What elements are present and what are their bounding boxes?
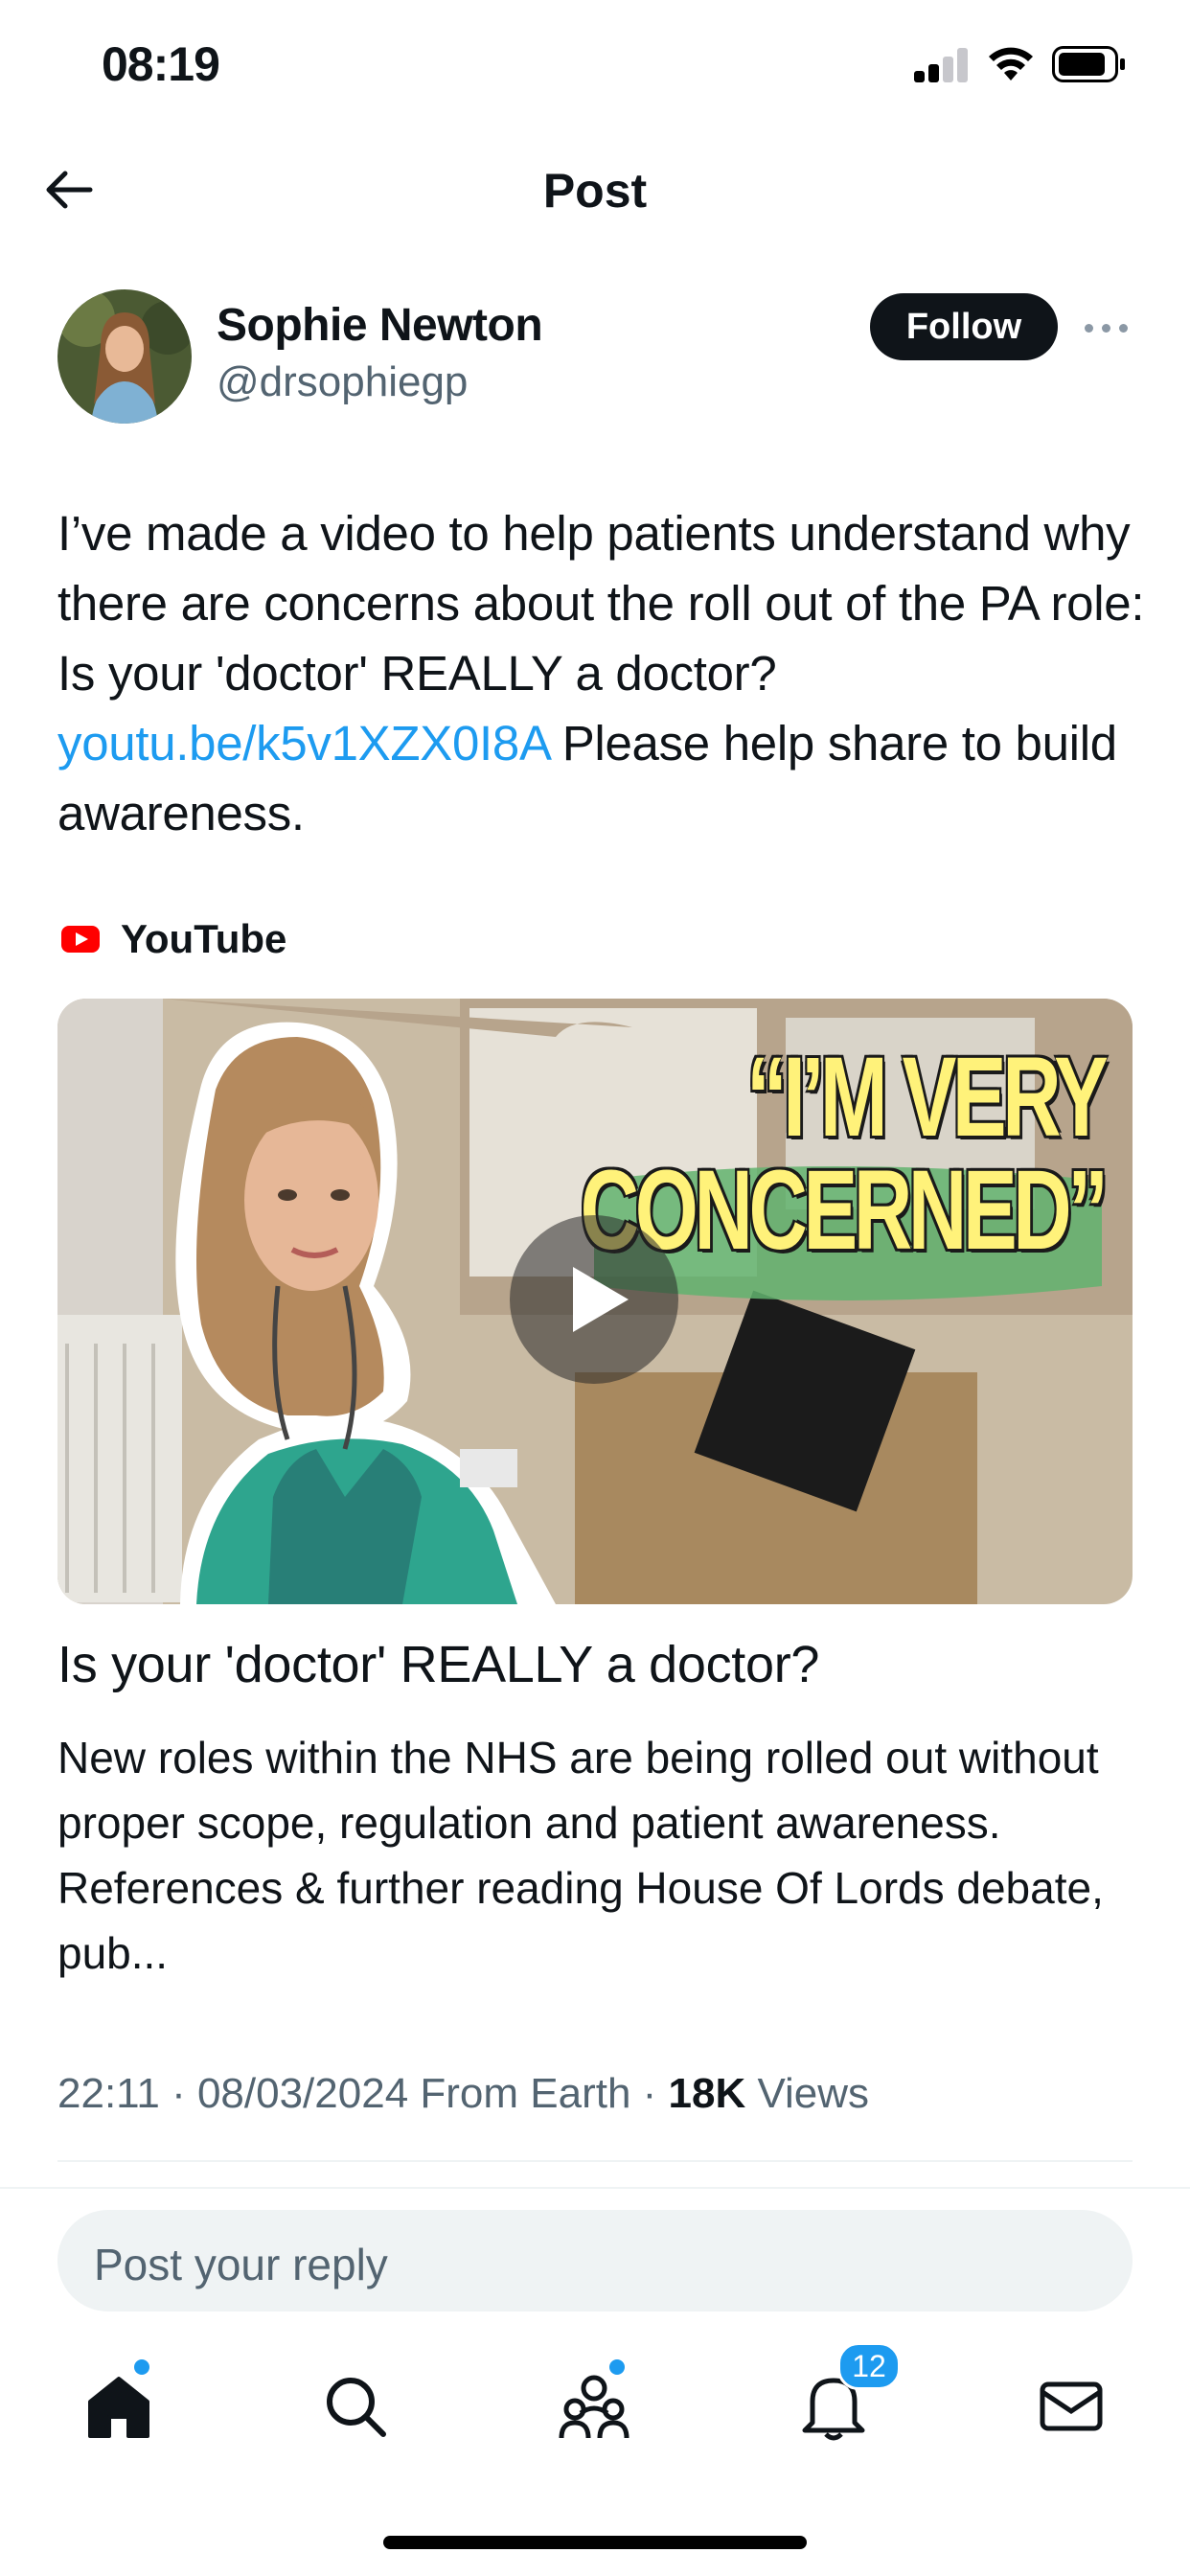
views-label: Views — [745, 2070, 870, 2117]
views-count: 18K — [668, 2070, 746, 2117]
page-title: Post — [542, 164, 648, 218]
card-source-name: YouTube — [121, 916, 287, 961]
youtube-icon — [61, 926, 100, 953]
post-timestamp: 22:11 · 08/03/2024 From Earth · — [57, 2070, 669, 2117]
divider — [0, 2187, 1190, 2189]
card-title[interactable]: Is your 'doctor' REALLY a doctor? — [57, 1635, 1150, 1694]
messages-envelope-icon[interactable] — [1033, 2367, 1110, 2444]
reply-input[interactable]: Post your reply — [57, 2210, 1133, 2312]
author-name[interactable]: Sophie Newton — [217, 299, 543, 352]
avatar[interactable] — [57, 289, 192, 424]
communities-notification-dot — [609, 2359, 625, 2375]
reply-placeholder: Post your reply — [94, 2240, 388, 2289]
divider — [57, 2160, 1133, 2162]
post-text: I’ve made a video to help patients under… — [57, 498, 1150, 848]
home-indicator — [383, 2536, 807, 2549]
status-time: 08:19 — [102, 37, 220, 91]
bottom-tab-bar — [0, 2338, 1190, 2472]
play-button[interactable] — [510, 1215, 678, 1384]
post-link[interactable]: youtu.be/k5v1XZX0I8A — [57, 716, 549, 770]
more-options-icon[interactable] — [1083, 305, 1131, 349]
post-text-part-1: I’ve made a video to help patients under… — [57, 506, 1145, 701]
top-nav: Post — [0, 144, 1190, 240]
cellular-signal-icon — [914, 48, 968, 82]
card-description: New roles within the NHS are being rolle… — [57, 1733, 1104, 1978]
status-bar: 08:19 — [0, 0, 1190, 125]
thumbnail-caption: “I’M VERY CONCERNED” — [580, 1034, 1109, 1267]
wifi-icon — [989, 47, 1033, 80]
notifications-badge: 12 — [837, 2342, 901, 2390]
card-source[interactable]: YouTube — [61, 912, 286, 966]
thumbnail-caption-line-1: “I’M VERY — [745, 1034, 1109, 1161]
search-icon[interactable] — [316, 2367, 393, 2444]
home-notification-dot — [134, 2359, 149, 2375]
post-meta: 22:11 · 08/03/2024 From Earth · 18K View… — [57, 2070, 869, 2118]
author-handle[interactable]: @drsophiegp — [217, 358, 468, 406]
video-thumbnail[interactable]: “I’M VERY CONCERNED” — [57, 999, 1133, 1604]
communities-icon[interactable] — [556, 2367, 632, 2444]
battery-icon — [1052, 46, 1125, 82]
home-icon[interactable] — [80, 2367, 157, 2444]
follow-button[interactable]: Follow — [870, 293, 1058, 360]
